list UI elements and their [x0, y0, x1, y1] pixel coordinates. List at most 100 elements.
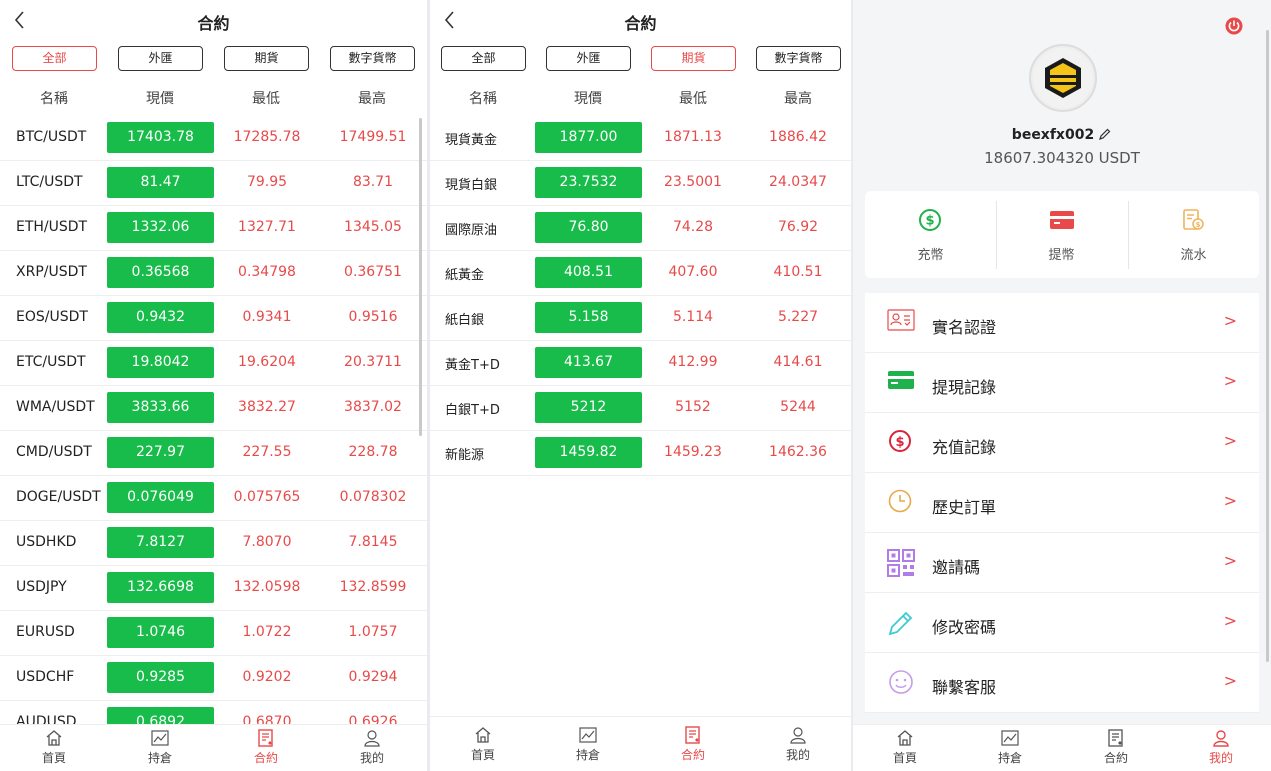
table-row[interactable]: USDHKD 7.8127 7.8070 7.8145 — [0, 521, 427, 566]
menu-item-order-history[interactable]: 歷史訂單 > — [865, 473, 1259, 533]
low-price: 0.9341 — [242, 309, 292, 325]
high-price: 0.36751 — [344, 264, 402, 280]
bee-logo-icon — [1033, 48, 1093, 108]
table-row[interactable]: 新能源 1459.82 1459.23 1462.36 — [430, 431, 851, 476]
current-price: 1459.82 — [535, 437, 642, 468]
tab-contracts[interactable]: 合約 — [1086, 728, 1146, 766]
tab-mine[interactable]: 我的 — [1191, 728, 1251, 766]
power-icon[interactable] — [1225, 17, 1243, 35]
filter-futures[interactable]: 期貨 — [651, 46, 736, 71]
deposit-button[interactable]: $ 充幣 — [865, 191, 996, 278]
symbol-name: BTC/USDT — [16, 129, 87, 145]
customer-service-icon — [889, 670, 913, 694]
symbol-name: LTC/USDT — [16, 174, 83, 190]
menu-item-withdraw-records[interactable]: 提現記錄 > — [865, 353, 1259, 413]
withdraw-button[interactable]: 提幣 — [996, 191, 1127, 278]
chart-icon — [151, 730, 169, 746]
tab-positions[interactable]: 持倉 — [130, 728, 190, 766]
table-row[interactable]: 紙白銀 5.158 5.114 5.227 — [430, 296, 851, 341]
high-price: 83.71 — [352, 174, 394, 190]
chevron-right-icon: > — [1223, 431, 1237, 450]
high-price: 414.61 — [773, 354, 823, 370]
low-price: 1871.13 — [664, 129, 722, 145]
low-price: 17285.78 — [233, 129, 301, 145]
current-price: 413.67 — [535, 347, 642, 378]
table-row[interactable]: EOS/USDT 0.9432 0.9341 0.9516 — [0, 296, 427, 341]
filter-forex[interactable]: 外匯 — [118, 46, 203, 71]
table-row[interactable]: EURUSD 1.0746 1.0722 1.0757 — [0, 611, 427, 656]
symbol-name: 現貨白銀 — [445, 178, 498, 193]
tab-positions[interactable]: 持倉 — [558, 725, 618, 763]
scrollbar[interactable] — [419, 118, 422, 436]
id-card-icon — [887, 309, 915, 331]
pencil-icon — [888, 611, 913, 636]
low-price: 23.5001 — [664, 174, 722, 190]
low-price: 0.075765 — [233, 489, 301, 505]
filter-all[interactable]: 全部 — [441, 46, 526, 71]
table-row[interactable]: BTC/USDT 17403.78 17285.78 17499.51 — [0, 116, 427, 161]
tab-mine[interactable]: 我的 — [768, 725, 828, 763]
tab-contracts[interactable]: 合約 — [236, 728, 296, 766]
filter-futures[interactable]: 期貨 — [224, 46, 309, 71]
column-header: 名稱 現價 最低 最高 — [430, 74, 851, 116]
scrollbar[interactable] — [1266, 30, 1269, 662]
table-row[interactable]: WMA/USDT 3833.66 3832.27 3837.02 — [0, 386, 427, 431]
table-row[interactable]: 現貨黃金 1877.00 1871.13 1886.42 — [430, 116, 851, 161]
current-price: 17403.78 — [107, 122, 214, 153]
filter-all[interactable]: 全部 — [12, 46, 97, 71]
tab-contracts[interactable]: 合約 — [663, 725, 723, 763]
avatar[interactable] — [1029, 44, 1097, 112]
contract-icon — [1108, 729, 1123, 747]
high-price: 132.8599 — [339, 579, 407, 595]
username: beexfx002 — [853, 127, 1271, 143]
tab-home[interactable]: 首頁 — [875, 728, 935, 766]
table-row[interactable]: 現貨白銀 23.7532 23.5001 24.0347 — [430, 161, 851, 206]
low-price: 132.0598 — [233, 579, 301, 595]
filter-crypto[interactable]: 數字貨幣 — [756, 46, 841, 71]
table-row[interactable]: 白銀T+D 5212 5152 5244 — [430, 386, 851, 431]
table-row[interactable]: 紙黃金 408.51 407.60 410.51 — [430, 251, 851, 296]
chevron-right-icon: > — [1223, 611, 1237, 630]
tab-positions[interactable]: 持倉 — [980, 728, 1040, 766]
table-row[interactable]: ETC/USDT 19.8042 19.6204 20.3711 — [0, 341, 427, 386]
table-row[interactable]: ETH/USDT 1332.06 1327.71 1345.05 — [0, 206, 427, 251]
svg-text:$: $ — [1196, 221, 1201, 229]
menu-item-invite-code[interactable]: 邀請碼 > — [865, 533, 1259, 593]
tab-mine[interactable]: 我的 — [342, 728, 402, 766]
table-row[interactable]: USDJPY 132.6698 132.0598 132.8599 — [0, 566, 427, 611]
col-name: 名稱 — [469, 91, 497, 107]
symbol-name: XRP/USDT — [16, 264, 87, 280]
edit-icon[interactable] — [1098, 127, 1112, 141]
home-icon — [46, 730, 62, 746]
menu-item-customer-service[interactable]: 聯繫客服 > — [865, 653, 1259, 713]
tab-home[interactable]: 首頁 — [24, 728, 84, 766]
high-price: 7.8145 — [348, 534, 398, 550]
header: 合約 — [430, 0, 851, 40]
col-price: 現價 — [146, 91, 174, 107]
menu-item-change-password[interactable]: 修改密碼 > — [865, 593, 1259, 653]
chart-icon — [1001, 730, 1019, 746]
high-price: 1.0757 — [348, 624, 398, 640]
current-price: 5.158 — [535, 302, 642, 333]
table-row[interactable]: DOGE/USDT 0.076049 0.075765 0.078302 — [0, 476, 427, 521]
table-row[interactable]: USDCHF 0.9285 0.9202 0.9294 — [0, 656, 427, 701]
column-header: 名稱 現價 最低 最高 — [0, 74, 427, 116]
menu-item-verification[interactable]: 實名認證 > — [865, 293, 1259, 353]
current-price: 23.7532 — [535, 167, 642, 198]
high-price: 24.0347 — [769, 174, 827, 190]
symbol-name: USDJPY — [16, 579, 67, 595]
menu-item-deposit-records[interactable]: $ 充值記錄 > — [865, 413, 1259, 473]
tab-home[interactable]: 首頁 — [453, 725, 513, 763]
table-row[interactable]: CMD/USDT 227.97 227.55 228.78 — [0, 431, 427, 476]
table-row[interactable]: 黃金T+D 413.67 412.99 414.61 — [430, 341, 851, 386]
filter-forex[interactable]: 外匯 — [546, 46, 631, 71]
table-row[interactable]: LTC/USDT 81.47 79.95 83.71 — [0, 161, 427, 206]
table-row[interactable]: 國際原油 76.80 74.28 76.92 — [430, 206, 851, 251]
clock-icon — [888, 489, 912, 513]
quick-actions: $ 充幣 提幣 $ 流水 — [865, 191, 1259, 278]
filter-crypto[interactable]: 數字貨幣 — [330, 46, 415, 71]
high-price: 410.51 — [773, 264, 823, 280]
table-row[interactable]: XRP/USDT 0.36568 0.34798 0.36751 — [0, 251, 427, 296]
low-price: 3832.27 — [238, 399, 296, 415]
transactions-button[interactable]: $ 流水 — [1128, 191, 1259, 278]
